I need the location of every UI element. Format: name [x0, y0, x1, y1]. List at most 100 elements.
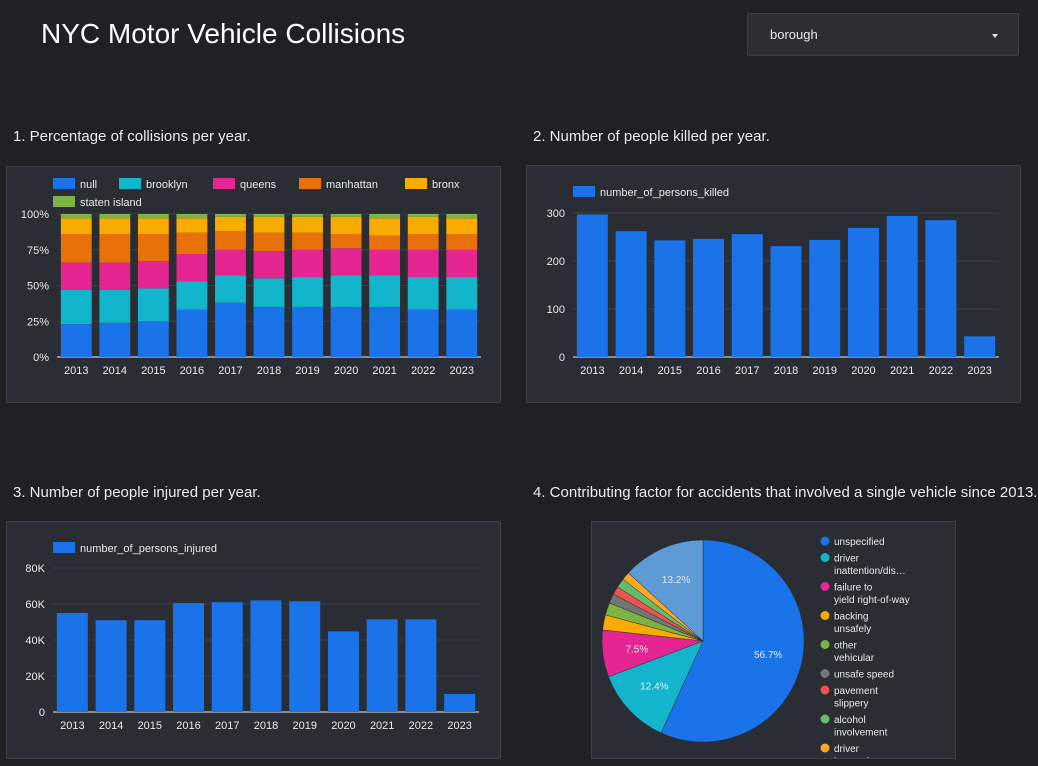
- bar-number_of_persons_injured-2013: [56, 613, 88, 712]
- bar-queens-2021: [369, 249, 401, 276]
- bar-bronx-2015: [137, 218, 169, 235]
- bar-number_of_persons_injured-2020: [327, 631, 359, 712]
- bar-number_of_persons_injured-2014: [95, 620, 127, 712]
- bar-queens-2015: [137, 261, 169, 289]
- legend-label: vehicular: [834, 653, 875, 664]
- x-tick-label: 2016: [180, 365, 204, 377]
- bar-manhattan-2020: [330, 234, 362, 249]
- bar-null-2014: [99, 322, 131, 357]
- bar-brooklyn-2021: [369, 275, 401, 307]
- legend-label: unsafely: [834, 624, 871, 635]
- section-title-3: 3. Number of people injured per year.: [13, 484, 261, 501]
- x-tick-label: 2017: [735, 365, 759, 377]
- x-tick-label: 2022: [411, 365, 435, 377]
- bar-staten-island-2021: [369, 214, 401, 219]
- bar-manhattan-2017: [215, 231, 246, 250]
- legend-dot: [820, 536, 830, 546]
- persons-killed-chart: number_of_persons_killed 0 100 200 300 2013 20…: [547, 186, 999, 377]
- x-tick-label: 2021: [890, 365, 914, 377]
- bar-number_of_persons_killed-2017: [731, 234, 763, 357]
- bar-number_of_persons_injured-2016: [173, 603, 205, 712]
- x-tick-label: 2023: [447, 720, 471, 732]
- x-tick-label: 2015: [138, 720, 162, 732]
- pie-data-label: 13.2%: [662, 575, 690, 586]
- x-tick-label: 2020: [331, 720, 355, 732]
- x-tick-label: 2018: [257, 365, 281, 377]
- bar-bronx-2019: [292, 216, 323, 233]
- legend-label: pavement: [834, 686, 878, 697]
- contributing-factor-pie-chart: 56.7%12.4%7.5%13.2%unspecifieddriverinat…: [601, 536, 910, 766]
- legend-swatch: [573, 186, 595, 197]
- bar-staten-island-2020: [330, 214, 362, 217]
- legend-dot: [820, 743, 830, 753]
- legend-label: inattention/dis…: [834, 566, 906, 577]
- bar-null-2018: [253, 306, 285, 357]
- chart-panel-percentage: null brooklyn queens manhattan bronx staten i…: [6, 166, 501, 403]
- x-tick-label: 2017: [218, 365, 242, 377]
- legend-label: unspecified: [834, 537, 885, 548]
- persons-injured-chart: number_of_persons_injured 0 20K 40K 60K 80K 20…: [25, 542, 479, 732]
- bar-null-2017: [215, 302, 246, 357]
- legend-dot: [820, 611, 830, 620]
- legend-dot: [820, 640, 830, 649]
- bar-staten-island-2018: [253, 214, 285, 217]
- bar-null-2019: [292, 306, 323, 357]
- bar-number_of_persons_killed-2021: [886, 215, 918, 357]
- caret-down-icon: [992, 34, 998, 38]
- bar-number_of_persons_killed-2014: [615, 231, 647, 357]
- y-tick-label: 0%: [33, 352, 49, 364]
- section-title-1: 1. Percentage of collisions per year.: [13, 128, 251, 145]
- y-tick-label: 75%: [27, 245, 49, 257]
- legend-label: slippery: [834, 699, 868, 710]
- x-tick-label: 2014: [103, 365, 127, 377]
- x-tick-label: 2019: [295, 365, 319, 377]
- x-tick-label: 2015: [141, 365, 165, 377]
- bar-number_of_persons_injured-2023: [444, 694, 476, 712]
- bar-queens-2014: [99, 262, 131, 290]
- section-title-2: 2. Number of people killed per year.: [533, 128, 770, 145]
- bar-null-2023: [446, 309, 478, 357]
- y-tick-label: 0: [559, 352, 565, 364]
- legend-swatch: [119, 178, 141, 189]
- bar-staten-island-2022: [407, 214, 439, 217]
- bar-brooklyn-2019: [292, 276, 323, 307]
- x-tick-label: 2018: [254, 720, 278, 732]
- x-tick-label: 2016: [696, 365, 720, 377]
- legend-label: brooklyn: [146, 179, 188, 191]
- bar-bronx-2014: [99, 218, 131, 235]
- legend-dot: [820, 582, 830, 591]
- bar-bronx-2018: [253, 216, 285, 233]
- pie-data-label: 7.5%: [625, 644, 648, 655]
- x-tick-label: 2019: [812, 365, 836, 377]
- x-tick-label: 2015: [658, 365, 682, 377]
- x-tick-label: 2021: [372, 365, 396, 377]
- y-tick-label: 80K: [25, 563, 45, 575]
- bar-number_of_persons_injured-2017: [211, 602, 243, 712]
- chart-panel-killed: number_of_persons_killed 0 100 200 300 2013 20…: [526, 165, 1021, 403]
- borough-filter-label: borough: [770, 27, 818, 42]
- bar-brooklyn-2023: [446, 276, 478, 310]
- pie-data-label: 12.4%: [640, 682, 668, 693]
- bar-manhattan-2013: [60, 234, 92, 263]
- bar-queens-2023: [446, 249, 478, 277]
- bar-number_of_persons_killed-2023: [964, 336, 996, 357]
- page-title: NYC Motor Vehicle Collisions: [41, 18, 406, 49]
- legend-dot: [820, 553, 830, 562]
- bar-null-2013: [60, 324, 92, 357]
- bar-number_of_persons_killed-2020: [847, 227, 879, 357]
- legend-label: alcohol: [834, 715, 866, 726]
- bar-number_of_persons_killed-2016: [693, 238, 725, 357]
- legend-swatch: [213, 178, 235, 189]
- bar-bronx-2023: [446, 218, 478, 235]
- legend-label: driver: [834, 554, 860, 565]
- borough-filter-dropdown[interactable]: borough: [747, 13, 1019, 56]
- legend-label: other: [834, 641, 857, 652]
- bar-staten-island-2014: [99, 214, 131, 219]
- x-tick-label: 2018: [774, 365, 798, 377]
- bar-staten-island-2019: [292, 214, 323, 217]
- bar-number_of_persons_killed-2013: [576, 214, 608, 357]
- bar-brooklyn-2013: [60, 289, 92, 325]
- bar-brooklyn-2016: [176, 281, 208, 310]
- bar-number_of_persons_injured-2015: [134, 620, 166, 712]
- bar-queens-2020: [330, 248, 362, 276]
